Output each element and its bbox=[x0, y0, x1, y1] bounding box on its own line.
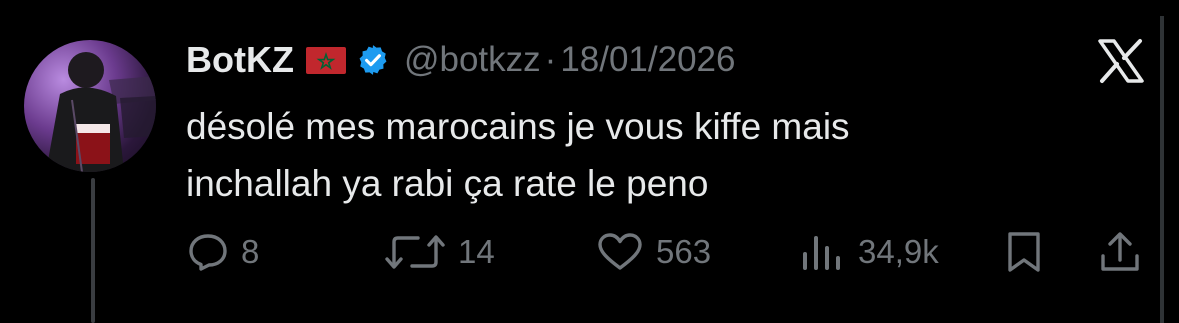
retweet-count: 14 bbox=[458, 233, 495, 270]
views-chart-icon bbox=[803, 236, 840, 270]
tweet-text-line: inchallah ya rabi ça rate le peno bbox=[186, 163, 709, 204]
user-handle[interactable]: @botkzz bbox=[404, 40, 541, 80]
display-name[interactable]: BotKZ bbox=[186, 39, 294, 81]
reply-button[interactable]: 8 bbox=[187, 230, 259, 274]
morocco-flag-icon bbox=[305, 46, 346, 74]
verified-badge-icon bbox=[356, 43, 390, 77]
heart-icon bbox=[598, 233, 642, 270]
share-icon bbox=[1101, 232, 1139, 271]
divider bbox=[1160, 16, 1164, 323]
views-count: 34,9k bbox=[858, 233, 939, 270]
tweet-text: désolé mes marocains je vous kiffe mais … bbox=[186, 98, 850, 212]
views-button[interactable]: 34,9k bbox=[800, 230, 939, 274]
bookmark-button[interactable] bbox=[1004, 230, 1044, 274]
dot-separator: · bbox=[544, 40, 557, 79]
retweet-icon bbox=[385, 235, 445, 269]
avatar[interactable] bbox=[24, 40, 156, 172]
tweet-header: BotKZ @botkzz · 18/01/2026 bbox=[186, 38, 735, 82]
share-button[interactable] bbox=[1098, 230, 1142, 274]
like-button[interactable]: 563 bbox=[596, 230, 711, 274]
tweet-date[interactable]: 18/01/2026 bbox=[560, 40, 735, 80]
bookmark-icon bbox=[1008, 232, 1040, 272]
avatar-image bbox=[46, 52, 156, 172]
tweet-text-line: désolé mes marocains je vous kiffe mais bbox=[186, 106, 850, 147]
reply-icon bbox=[189, 234, 227, 271]
like-count: 563 bbox=[656, 233, 712, 270]
thread-line bbox=[91, 178, 95, 323]
retweet-button[interactable]: 14 bbox=[384, 230, 495, 274]
x-logo-icon bbox=[1096, 38, 1146, 84]
reply-count: 8 bbox=[241, 233, 260, 270]
